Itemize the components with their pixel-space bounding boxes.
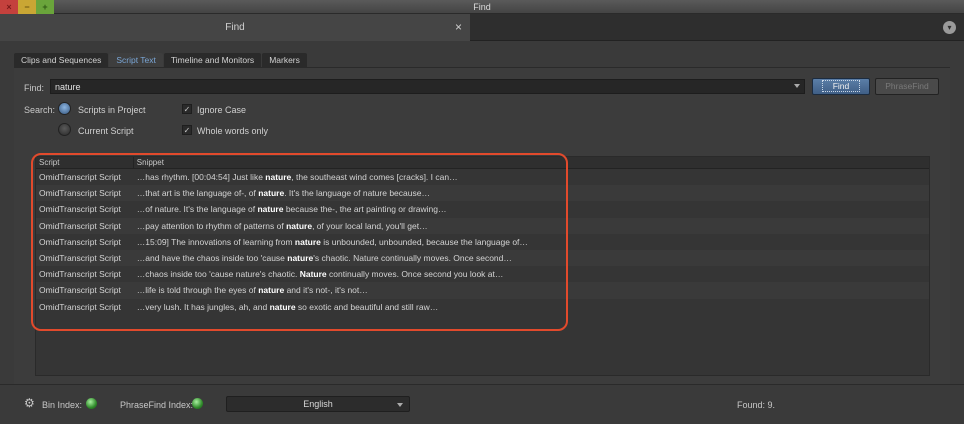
script-cell: OmidTranscript Script bbox=[39, 301, 121, 312]
snippet-cell: …pay attention to rhythm of patterns of … bbox=[134, 218, 929, 234]
snippet-text: because the-, the art painting or drawin… bbox=[283, 204, 447, 215]
snippet-match: nature bbox=[269, 301, 296, 312]
language-select[interactable]: English bbox=[226, 396, 410, 412]
chevron-down-icon bbox=[397, 403, 403, 407]
snippet-cell: …very lush. It has jungles, ah, and natu… bbox=[134, 299, 929, 315]
snippet-match: Nature bbox=[299, 269, 327, 280]
snippet-match: nature bbox=[287, 252, 314, 263]
table-row[interactable]: OmidTranscript Script …has rhythm. [00:04… bbox=[36, 169, 929, 185]
table-row[interactable]: OmidTranscript Script …life is told throu… bbox=[36, 282, 929, 299]
snippet-match: nature bbox=[265, 172, 292, 182]
gear-icon[interactable]: ⚙ bbox=[24, 397, 36, 409]
table-row[interactable]: OmidTranscript Script …very lush. It has … bbox=[36, 299, 929, 315]
current-script-radio[interactable] bbox=[58, 123, 71, 136]
snippet-text: so exotic and beautiful and still raw… bbox=[295, 301, 439, 312]
snippet-text: is unbounded, unbounded, because the lan… bbox=[320, 236, 528, 247]
table-row[interactable]: OmidTranscript Script …of nature. It's th… bbox=[36, 201, 929, 217]
table-row[interactable]: OmidTranscript Script …15:09] The innovat… bbox=[36, 234, 929, 250]
scripts-in-project-radio[interactable] bbox=[58, 102, 71, 115]
tab-close-icon[interactable]: × bbox=[455, 14, 462, 41]
snippet-text: …life is told through the eyes of bbox=[136, 285, 259, 296]
snippet-text: and it's not-, it's not… bbox=[284, 285, 368, 296]
snippet-cell: …chaos inside too 'cause nature's chaoti… bbox=[134, 266, 929, 282]
snippet-cell: …life is told through the eyes of nature… bbox=[134, 282, 929, 298]
script-cell: OmidTranscript Script bbox=[39, 188, 121, 199]
phrasefind-index-status-icon bbox=[192, 398, 203, 409]
snippet-cell: …has rhythm. [00:04:54] Just like nature… bbox=[134, 169, 929, 185]
phrasefind-button[interactable]: PhraseFind bbox=[875, 78, 939, 95]
chevron-down-icon[interactable] bbox=[794, 84, 800, 88]
table-row[interactable]: OmidTranscript Script …chaos inside too '… bbox=[36, 266, 929, 282]
snippet-text: …of nature. It's the language of bbox=[136, 204, 258, 215]
script-cell: OmidTranscript Script bbox=[39, 236, 121, 247]
find-button[interactable]: Find bbox=[812, 78, 870, 95]
tab-title: Find bbox=[225, 22, 245, 33]
table-body: OmidTranscript Script …has rhythm. [00:04… bbox=[36, 169, 929, 315]
snippet-text: …and have the chaos inside too 'cause bbox=[136, 252, 288, 263]
window-titlebar: × − + Find bbox=[0, 0, 964, 14]
subtab-clips-and-sequences[interactable]: Clips and Sequences bbox=[14, 53, 109, 67]
snippet-match: nature bbox=[294, 236, 321, 247]
snippet-text: …very lush. It has jungles, ah, and bbox=[136, 301, 270, 312]
search-label: Search: bbox=[24, 105, 56, 115]
find-label: Find: bbox=[24, 83, 45, 93]
snippet-text: …that art is the language of-, of bbox=[136, 188, 259, 199]
menu-circle-icon[interactable]: ▾ bbox=[943, 21, 956, 34]
snippet-text: …has rhythm. [00:04:54] Just like bbox=[136, 172, 266, 182]
find-input-value: nature bbox=[55, 82, 81, 92]
language-select-value: English bbox=[303, 399, 333, 409]
snippet-text: . It's the language of nature because… bbox=[284, 188, 430, 199]
snippet-text: continually moves. Once second you look … bbox=[326, 269, 504, 280]
column-header-snippet[interactable]: Snippet bbox=[134, 157, 929, 168]
subtab-timeline-and-monitors[interactable]: Timeline and Monitors bbox=[163, 53, 262, 67]
snippet-match: nature bbox=[257, 204, 284, 215]
subtab-bar: Clips and Sequences Script Text Timeline… bbox=[14, 53, 308, 67]
bin-index-status-icon bbox=[86, 398, 97, 409]
script-cell: OmidTranscript Script bbox=[39, 220, 121, 231]
snippet-cell: …and have the chaos inside too 'cause na… bbox=[134, 250, 929, 266]
window-title: Find bbox=[473, 2, 491, 12]
snippet-cell: …of nature. It's the language of nature … bbox=[134, 201, 929, 217]
current-script-label: Current Script bbox=[78, 126, 134, 136]
column-header-script[interactable]: Script bbox=[36, 157, 134, 168]
table-header: Script Snippet bbox=[36, 157, 929, 169]
tab-header: Find × ▾ bbox=[0, 14, 964, 41]
subtab-script-text[interactable]: Script Text bbox=[109, 53, 163, 67]
snippet-text: …pay attention to rhythm of patterns of bbox=[136, 220, 287, 231]
script-cell: OmidTranscript Script bbox=[39, 204, 121, 215]
snippet-text: , the southeast wind comes [cracks]. I c… bbox=[291, 172, 458, 182]
snippet-match: nature bbox=[258, 285, 285, 296]
snippet-cell: …15:09] The innovations of learning from… bbox=[134, 234, 929, 250]
snippet-text: …15:09] The innovations of learning from bbox=[136, 236, 295, 247]
ignore-case-checkbox[interactable]: ✓ bbox=[182, 104, 192, 114]
phrasefind-index-label: PhraseFind Index: bbox=[120, 400, 194, 410]
ignore-case-label: Ignore Case bbox=[197, 105, 247, 115]
snippet-match: nature bbox=[286, 220, 313, 231]
snippet-cell: …that art is the language of-, of nature… bbox=[134, 185, 929, 201]
table-row[interactable]: OmidTranscript Script …that art is the la… bbox=[36, 185, 929, 202]
snippet-text: 's chaotic. Nature continually moves. On… bbox=[313, 252, 512, 263]
whole-words-label: Whole words only bbox=[197, 126, 269, 136]
whole-words-checkbox[interactable]: ✓ bbox=[182, 125, 192, 135]
snippet-text: , of your local land, you'll get… bbox=[312, 220, 428, 231]
results-table: Script Snippet OmidTranscript Script …has… bbox=[35, 156, 930, 376]
script-cell: OmidTranscript Script bbox=[39, 252, 121, 263]
table-row[interactable]: OmidTranscript Script …and have the chaos… bbox=[36, 249, 929, 267]
snippet-match: nature bbox=[258, 188, 285, 199]
find-button-label: Find bbox=[821, 80, 861, 92]
script-cell: OmidTranscript Script bbox=[39, 172, 121, 182]
find-input[interactable]: nature bbox=[50, 79, 805, 94]
subtab-markers[interactable]: Markers bbox=[262, 53, 307, 67]
script-cell: OmidTranscript Script bbox=[39, 269, 121, 280]
bin-index-label: Bin Index: bbox=[42, 400, 83, 410]
scripts-in-project-label: Scripts in Project bbox=[78, 105, 146, 115]
found-count: Found: 9. bbox=[737, 400, 776, 410]
table-row[interactable]: OmidTranscript Script …pay attention to r… bbox=[36, 217, 929, 234]
snippet-text: …chaos inside too 'cause nature's chaoti… bbox=[136, 269, 300, 280]
script-cell: OmidTranscript Script bbox=[39, 285, 121, 296]
